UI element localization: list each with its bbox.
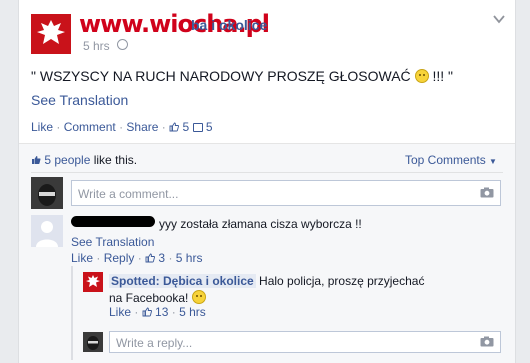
comment-see-translation-link[interactable]: See Translation <box>71 235 154 249</box>
camera-icon[interactable] <box>480 336 494 347</box>
comment-link[interactable]: Comment <box>64 120 116 134</box>
separator: · <box>161 120 170 134</box>
likes-suffix: like this. <box>90 153 138 167</box>
separator: · <box>96 251 104 265</box>
redacted-name <box>71 216 155 227</box>
share-icon <box>192 123 203 132</box>
page-avatar[interactable] <box>31 14 71 54</box>
separator: · <box>171 305 180 319</box>
comment-reply-link[interactable]: Reply <box>104 251 135 265</box>
thumbs-up-icon <box>142 307 152 317</box>
reply-time[interactable]: 5 hrs <box>179 305 206 319</box>
eagle-logo-icon <box>31 14 71 54</box>
share-link[interactable]: Share <box>126 120 158 134</box>
separator: · <box>137 251 146 265</box>
post-shares-count[interactable]: 5 <box>206 120 213 134</box>
current-user-avatar <box>31 177 63 209</box>
reply-body: Spotted: Dębica i okolice Halo policja, … <box>109 273 429 307</box>
comment-actions: Like · Reply · 3 · 5 hrs <box>71 251 202 265</box>
commenter-avatar[interactable] <box>31 215 63 247</box>
reply-author-link[interactable]: Spotted: Dębica i okolice <box>109 274 256 288</box>
likes-summary: 5 people like this. <box>31 153 137 167</box>
eagle-logo-icon <box>83 272 103 292</box>
post-text-main: " WSZYSCY NA RUCH NARODOWY PROSZĘ GŁOSOW… <box>31 68 411 84</box>
separator: · <box>168 251 176 265</box>
post-text-end: !!! " <box>432 68 453 84</box>
globe-icon <box>117 39 128 50</box>
thumbs-up-icon <box>32 156 41 164</box>
reply-thread-line <box>71 266 73 360</box>
thumbs-up-icon <box>145 253 156 263</box>
comment-like-count[interactable]: 3 <box>158 251 165 265</box>
post-actions: Like · Comment · Share · 5 5 <box>31 120 213 134</box>
default-user-icon <box>31 215 63 247</box>
reply-input[interactable]: Write a reply... <box>109 331 501 353</box>
divider <box>31 172 503 173</box>
reply-like-link[interactable]: Like <box>109 305 131 319</box>
post-timestamp[interactable]: 5 hrs <box>83 39 110 53</box>
comment-input[interactable]: Write a comment... <box>71 180 501 206</box>
avatar-icon <box>83 332 103 352</box>
reply-placeholder: Write a reply... <box>116 336 193 350</box>
comment-placeholder: Write a comment... <box>78 187 179 201</box>
top-comments-dropdown[interactable]: Top Comments ▼ <box>405 153 497 167</box>
page-name-link[interactable]: ba i okolice <box>191 17 267 33</box>
current-user-avatar <box>83 332 103 352</box>
post-card: www.wiocha.pl ba i okolice 5 hrs " WSZYS… <box>18 0 516 363</box>
separator: · <box>56 120 64 134</box>
camera-icon[interactable] <box>480 187 494 198</box>
separator: · <box>134 305 142 319</box>
chevron-down-icon[interactable] <box>493 14 505 24</box>
comment-like-link[interactable]: Like <box>71 251 93 265</box>
smiley-icon <box>414 69 429 83</box>
reply-actions: Like · 13 · 5 hrs <box>109 305 206 319</box>
top-comments-label: Top Comments <box>405 153 486 167</box>
avatar-icon <box>31 177 63 209</box>
likes-people-link[interactable]: 5 people <box>44 153 90 167</box>
post-likes-count[interactable]: 5 <box>182 120 189 134</box>
smiley-icon <box>191 290 206 304</box>
thumbs-up-icon <box>169 122 180 132</box>
see-translation-link[interactable]: See Translation <box>31 92 128 108</box>
reply-author-avatar[interactable] <box>83 272 103 292</box>
reply-like-count[interactable]: 13 <box>155 305 168 319</box>
like-link[interactable]: Like <box>31 120 53 134</box>
comment-text: yyy została złamana cisza wyborcza !! <box>159 217 362 231</box>
post-text: " WSZYSCY NA RUCH NARODOWY PROSZĘ GŁOSOW… <box>31 68 453 84</box>
chevron-down-icon: ▼ <box>489 157 497 166</box>
comment-time[interactable]: 5 hrs <box>176 251 203 265</box>
